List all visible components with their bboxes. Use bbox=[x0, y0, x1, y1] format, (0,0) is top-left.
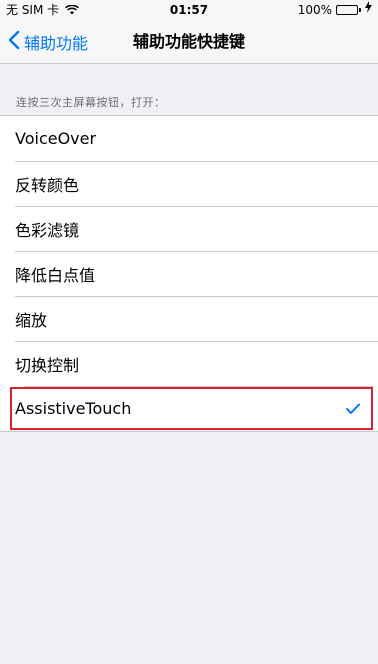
option-label: 反转颜色 bbox=[15, 175, 80, 195]
section-header: 连按三次主屏幕按钮，打开： bbox=[16, 96, 166, 109]
charging-icon bbox=[365, 0, 372, 20]
option-label: 降低白点值 bbox=[15, 265, 96, 285]
checkmark-icon bbox=[346, 403, 360, 414]
option-label: 缩放 bbox=[15, 310, 48, 330]
list-item[interactable]: 反转颜色 bbox=[0, 161, 378, 206]
option-label: AssistiveTouch bbox=[15, 399, 132, 418]
chevron-left-icon bbox=[8, 30, 20, 54]
option-label: VoiceOver bbox=[15, 129, 97, 148]
list-item[interactable]: 降低白点值 bbox=[0, 251, 378, 296]
back-button-label: 辅助功能 bbox=[24, 34, 89, 53]
navigation-bar: 辅助功能 辅助功能快捷键 bbox=[0, 20, 378, 64]
list-item[interactable]: 缩放 bbox=[0, 296, 378, 341]
status-right: 100% bbox=[298, 0, 372, 20]
list-item[interactable]: 色彩滤镜 bbox=[0, 206, 378, 251]
back-button[interactable]: 辅助功能 bbox=[8, 20, 88, 64]
list-item[interactable]: VoiceOver bbox=[0, 116, 378, 161]
battery-icon bbox=[336, 5, 361, 15]
shortcut-options-list: VoiceOver 反转颜色色彩滤镜降低白点值缩放切换控制 AssistiveTou… bbox=[0, 115, 378, 432]
option-label: 切换控制 bbox=[15, 355, 80, 375]
list-item[interactable]: 切换控制 bbox=[0, 341, 378, 386]
list-item[interactable]: AssistiveTouch bbox=[9, 386, 374, 431]
screen: 无 SIM 卡 01:57 100% 辅助功能 辅助功能快捷键 连按三次主屏幕按… bbox=[0, 0, 378, 664]
battery-percent: 100% bbox=[297, 3, 332, 17]
status-bar: 无 SIM 卡 01:57 100% bbox=[0, 0, 378, 20]
option-label: 色彩滤镜 bbox=[15, 220, 80, 240]
